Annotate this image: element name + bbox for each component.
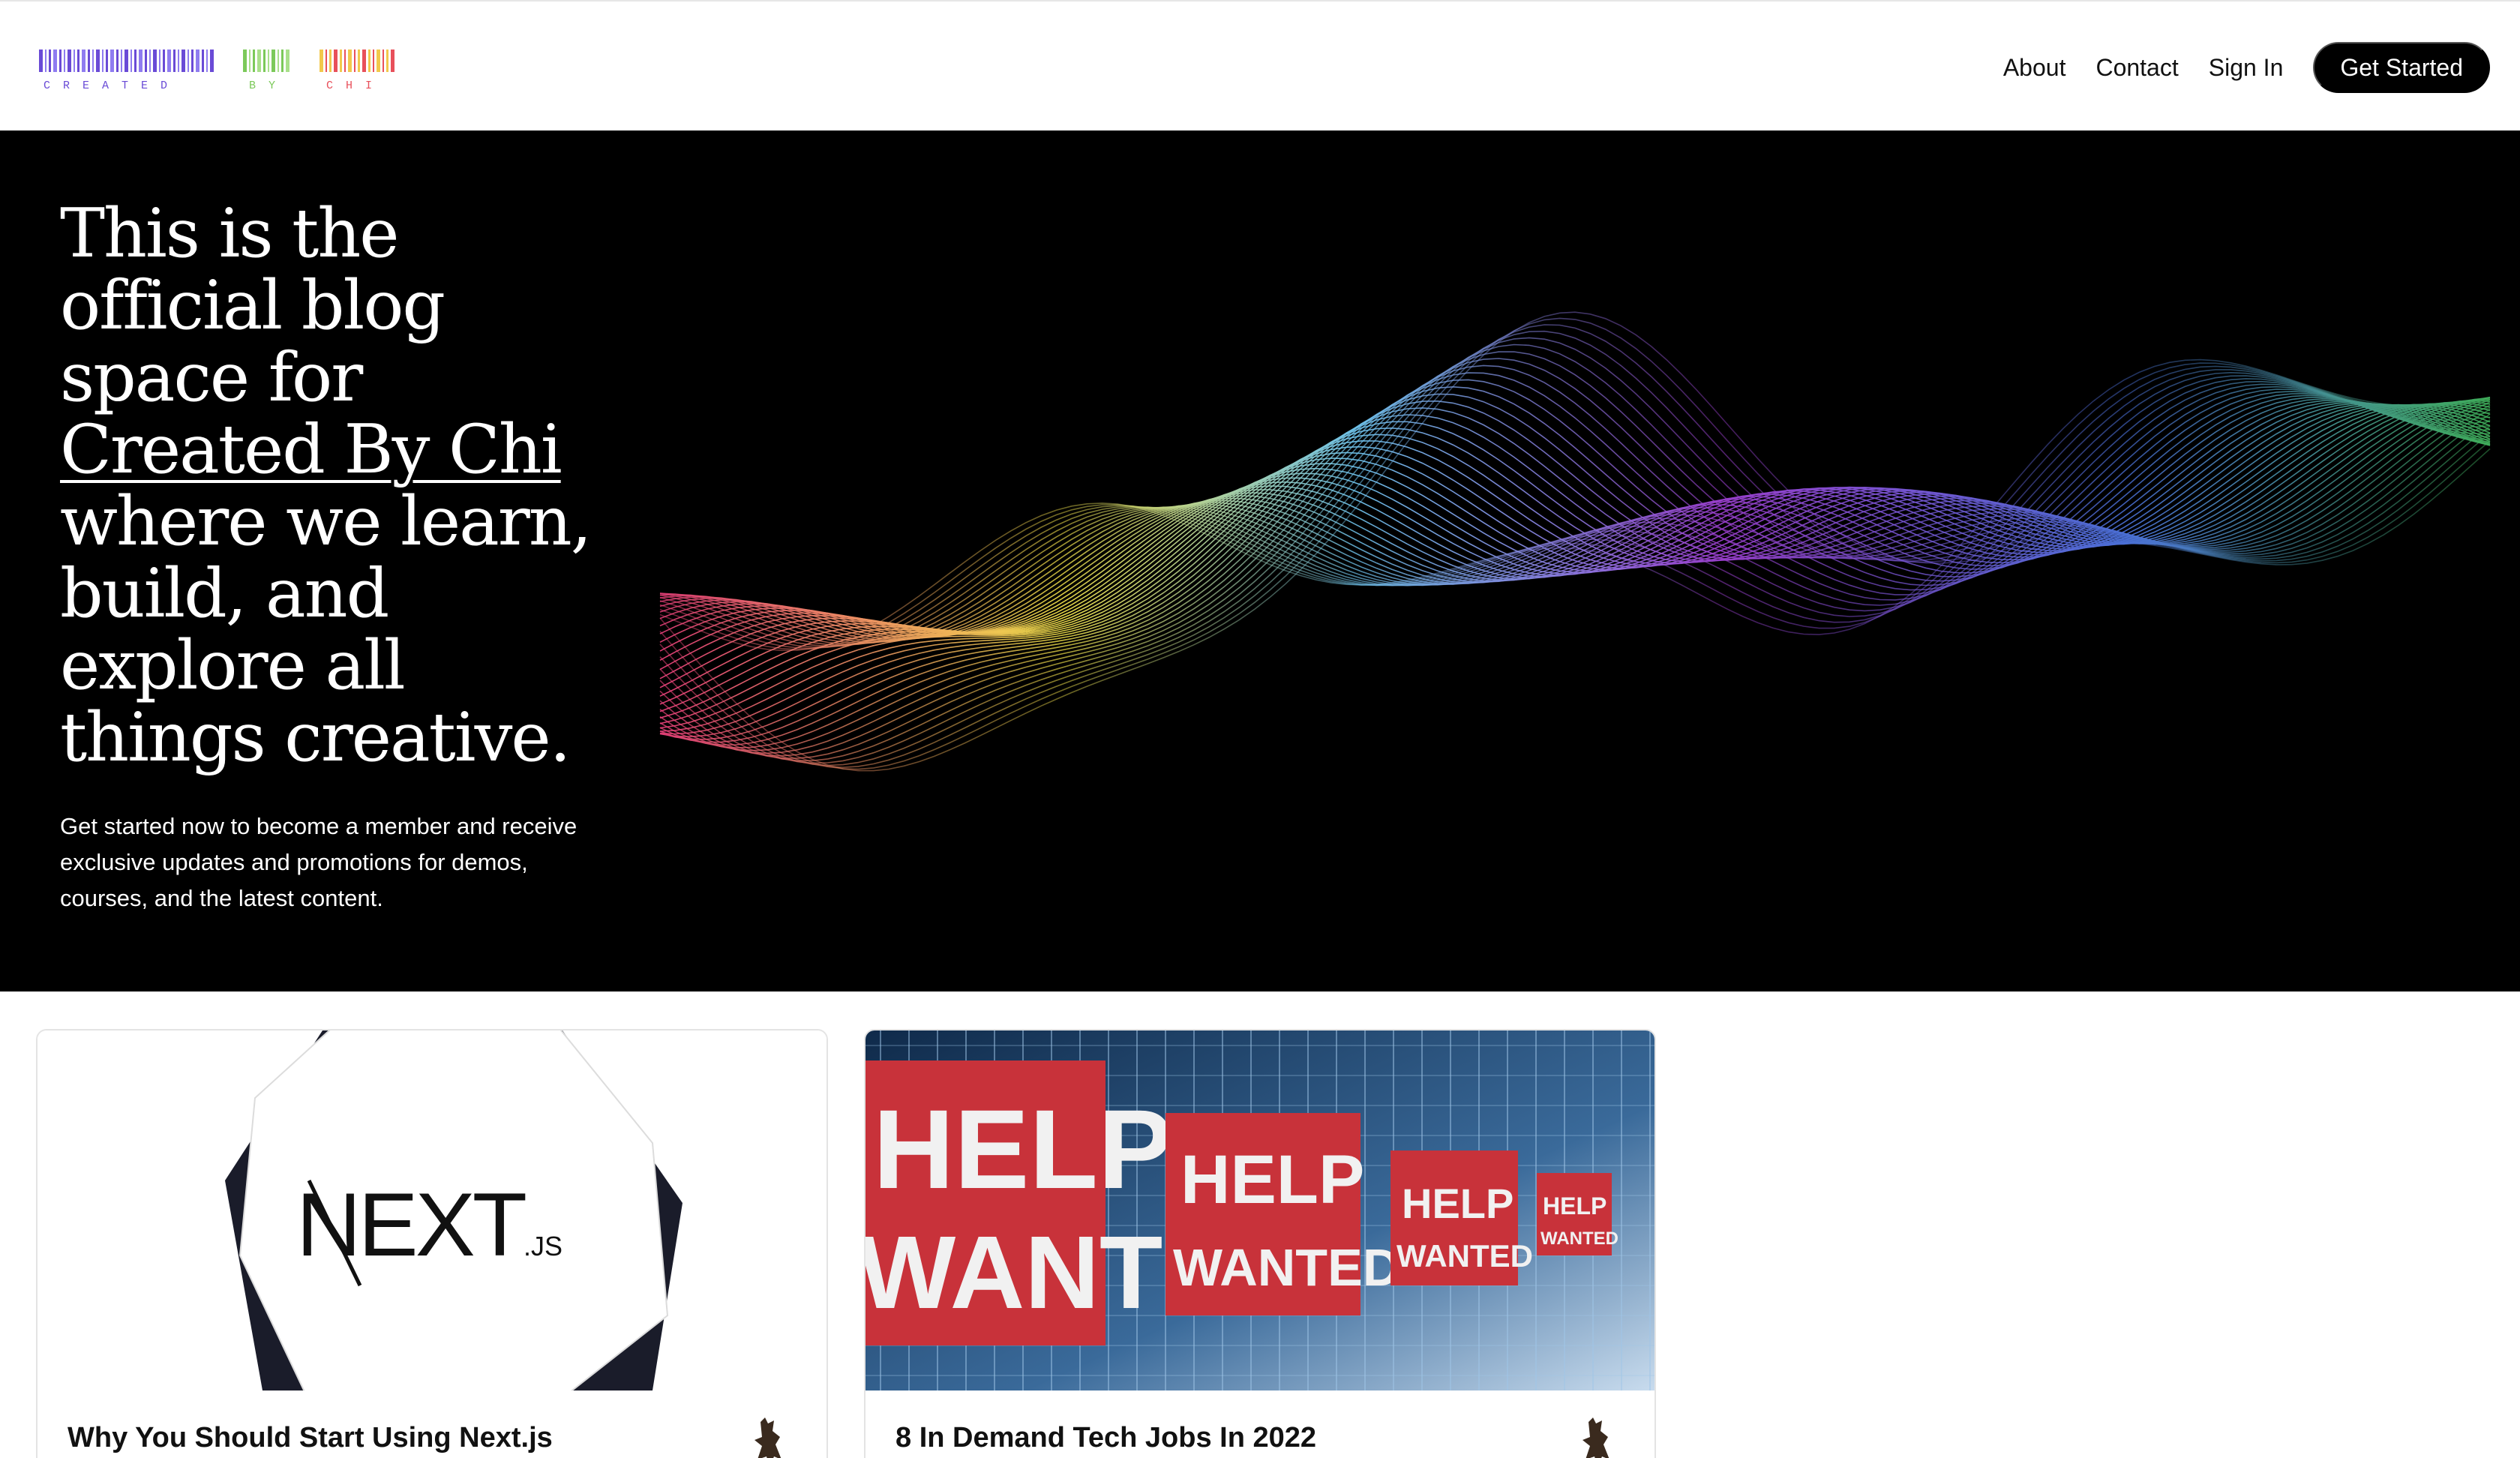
svg-text:HELP: HELP	[1543, 1192, 1606, 1220]
hero-title-intro: This is the official blog space for	[60, 194, 446, 417]
card-image-help-wanted: HELP WANTED HELP WANTED HELP WANTED HELP…	[866, 1030, 1654, 1390]
nav-sign-in-link[interactable]: Sign In	[2209, 54, 2284, 82]
hero-section: This is the official blog space for Crea…	[0, 130, 2520, 992]
site-header: CREATED BY CHI About Contact Sign In Get…	[0, 2, 2520, 130]
logo-word-by: BY	[249, 80, 288, 92]
card-title[interactable]: Why You Should Start Using Next.js	[68, 1422, 553, 1454]
site-logo[interactable]: CREATED BY CHI	[38, 46, 398, 92]
svg-text:WANTED: WANTED	[1540, 1228, 1618, 1249]
nav-contact-link[interactable]: Contact	[2096, 54, 2178, 82]
hero-title-rest: where we learn, build, and explore all t…	[60, 482, 592, 777]
hero-brand-link[interactable]: Created By Chi	[60, 410, 562, 489]
rainbow-wave-illustration	[659, 311, 2491, 772]
hero-title: This is the official blog space for Crea…	[60, 198, 600, 774]
svg-text:HELP: HELP	[873, 1086, 1173, 1212]
card-image-nextjs: NEXT .JS	[38, 1030, 826, 1390]
hero-subtitle: Get started now to become a member and r…	[60, 813, 578, 911]
help-wanted-sign-3: HELP WANTED	[1390, 1150, 1533, 1286]
blog-card-tech-jobs[interactable]: HELP WANTED HELP WANTED HELP WANTED HELP…	[864, 1029, 1656, 1458]
help-wanted-server-room-image: HELP WANTED HELP WANTED HELP WANTED HELP…	[866, 1030, 1654, 1390]
nav-about-link[interactable]: About	[2003, 54, 2066, 82]
svg-text:HELP: HELP	[1402, 1180, 1514, 1227]
svg-text:WANTED: WANTED	[1396, 1238, 1533, 1274]
blog-post-grid: NEXT .JS Why You Should Start Using Next…	[0, 992, 2520, 1458]
nextjs-logo-suffix: .JS	[524, 1231, 562, 1262]
logo-word-chi: CHI	[326, 80, 385, 92]
barcode-logo-icon: CREATED BY CHI	[39, 50, 394, 92]
logo-word-created: CREATED	[44, 80, 180, 92]
get-started-button[interactable]: Get Started	[2313, 42, 2490, 93]
card-title[interactable]: 8 In Demand Tech Jobs In 2022	[896, 1422, 1316, 1454]
svg-text:WANTED: WANTED	[1173, 1238, 1400, 1297]
nextjs-logo-icon: NEXT .JS	[38, 1030, 826, 1390]
author-avatar-icon	[738, 1413, 795, 1458]
svg-text:HELP: HELP	[1180, 1142, 1364, 1218]
author-avatar-icon	[1566, 1413, 1623, 1458]
help-wanted-sign-4: HELP WANTED	[1537, 1173, 1618, 1256]
main-nav: About Contact Sign In Get Started	[2003, 42, 2490, 93]
blog-card-nextjs[interactable]: NEXT .JS Why You Should Start Using Next…	[36, 1029, 828, 1458]
